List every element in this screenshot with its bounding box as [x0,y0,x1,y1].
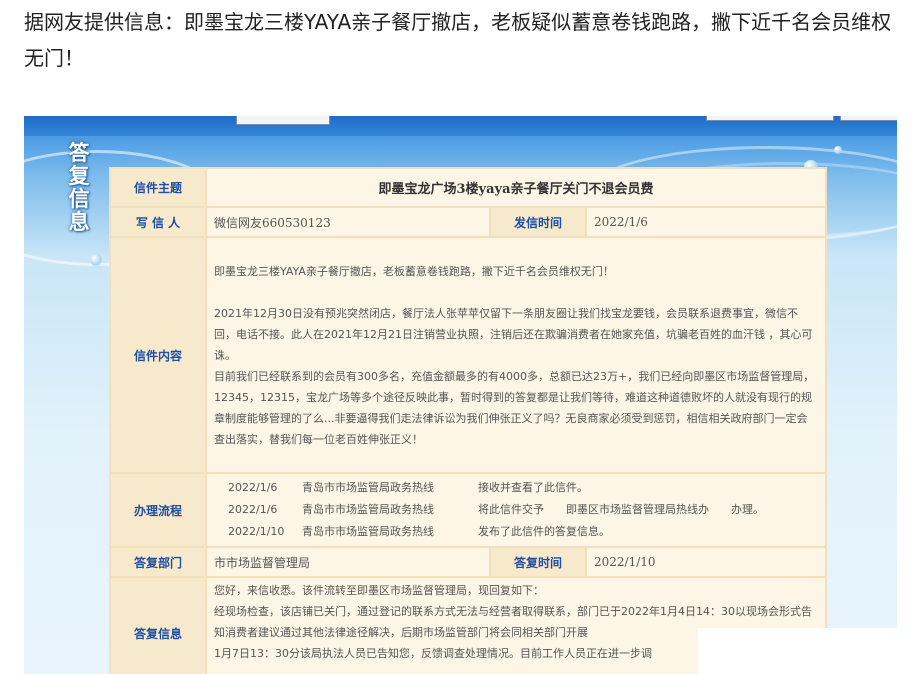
process-row: 2022/1/6 青岛市市场监管局政务热线 接收并查看了此信件。 [214,477,818,499]
process-action: 接收并查看了此信件。 [478,481,588,494]
embedded-screenshot: 答复信息 信件主题 即墨宝龙广场3楼yaya亲子餐厅关门不退会员费 写 信 人 … [24,116,897,674]
process-row: 2022/1/6 青岛市市场监管局政务热线 将此信件交予 即墨区市场监督管理局热线办… [214,499,818,521]
process-org: 青岛市市场监管局政务热线 [302,481,434,494]
reply-label: 答复信息 [111,578,205,674]
letter-table: 信件主题 即墨宝龙广场3楼yaya亲子餐厅关门不退会员费 写 信 人 微信网友6… [109,167,827,674]
content-paragraph: 2021年12月30日没有预兆突然闭店，餐厅法人张苹苹仅留下一条朋友圈让我们找宝… [214,306,813,362]
content-paragraph: 目前我们已经联系到的会员有300多名，充值金额最多的有4000多，总额已达23万… [214,369,815,446]
top-button-stub [840,116,897,121]
white-overlay [698,628,915,674]
process-label: 办理流程 [111,474,205,546]
reply-line: 您好，来信收悉。该件流转至即墨区市场监督管理局，现回复如下： [214,584,544,597]
reply-dept-value: 市市场监督管理局 [207,548,489,576]
letter-content: 即墨宝龙三楼YAYA亲子餐厅撤店，老板蓄意卷钱跑路，撇下近千名会员维权无门！ 2… [207,238,825,472]
article-headline: 据网友提供信息：即墨宝龙三楼YAYA亲子餐厅撤店，老板疑似蓄意卷钱跑路，撇下近千… [24,10,892,70]
process-action: 发布了此信件的答复信息。 [478,525,610,538]
content-paragraph: 即墨宝龙三楼YAYA亲子餐厅撤店，老板蓄意卷钱跑路，撇下近千名会员维权无门！ [214,264,614,278]
side-title: 答复信息 [68,141,90,234]
bubble-decor [90,254,102,266]
sent-time-value: 2022/1/6 [587,208,825,236]
writer-value: 微信网友660530123 [207,208,489,236]
process-row: 2022/1/10 青岛市市场监管局政务热线 发布了此信件的答复信息。 [214,521,818,543]
process-date: 2022/1/10 [228,525,285,538]
process-list: 2022/1/6 青岛市市场监管局政务热线 接收并查看了此信件。 2022/1/6 青… [207,474,825,546]
sent-time-label: 发信时间 [491,208,585,236]
process-date: 2022/1/6 [228,503,278,516]
top-button-stub [236,116,330,125]
top-input-stub [706,116,834,121]
process-action: 将此信件交予 即墨区市场监督管理局热线办 办理。 [478,503,764,516]
process-date: 2022/1/6 [228,481,278,494]
reply-time-label: 答复时间 [491,548,585,576]
bubble-decor [834,146,842,154]
reply-dept-label: 答复部门 [111,548,205,576]
process-org: 青岛市市场监管局政务热线 [302,503,434,516]
letter-subject: 即墨宝龙广场3楼yaya亲子餐厅关门不退会员费 [207,169,825,206]
reply-time-value: 2022/1/10 [587,548,825,576]
subject-label: 信件主题 [111,169,205,206]
content-spacer [214,282,818,303]
process-org: 青岛市市场监管局政务热线 [302,525,434,538]
content-label: 信件内容 [111,238,205,472]
writer-label: 写 信 人 [111,208,205,236]
